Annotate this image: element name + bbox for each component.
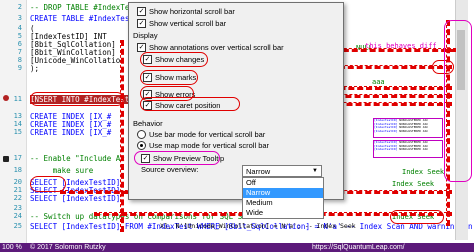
line-number: 3: [17, 14, 22, 22]
code-line[interactable]: make sure: [30, 166, 94, 175]
preview-thumbnail-bottom: [IndexTestID] NONCLUSTERED ASC [IndexTes…: [373, 140, 443, 158]
line-number: 4: [17, 24, 22, 32]
source-overview-text: Source overview:: [141, 165, 199, 174]
zoom-level[interactable]: 100 %: [2, 243, 22, 252]
option-label: Show vertical scroll bar: [149, 19, 227, 28]
dropdown-option-medium[interactable]: Medium: [243, 198, 323, 208]
highlight-insert-line: [30, 92, 124, 106]
checkbox-icon[interactable]: ✓: [137, 43, 146, 52]
line-number: 24: [13, 212, 22, 220]
code-line[interactable]: CREATE TABLE #IndexTest: [30, 14, 134, 23]
highlight-show-marks: [140, 70, 198, 85]
option-label: Use map mode for vertical scroll bar: [149, 141, 270, 150]
annotation-line: [120, 40, 124, 232]
highlight-show-caret: [140, 97, 240, 111]
dropdown-option-off[interactable]: Off: [243, 178, 323, 188]
line-number: 6: [17, 40, 22, 48]
screenshot-stage: 2 -- DROP TABLE #IndexTest; 3 CREATE TABLE …: [0, 0, 474, 252]
dropdown-value: Narrow: [246, 166, 271, 176]
line-number: 14: [13, 120, 22, 128]
option-label: Show annotations over vertical scroll ba…: [149, 43, 284, 52]
line-number: 25: [13, 222, 22, 230]
option-label: Show horizontal scroll bar: [149, 7, 235, 16]
index-seek-note-1: Index Seek: [402, 168, 445, 176]
preview-thumbnail-top: [IndexTestID] NONCLUSTERED ASC [IndexTes…: [373, 118, 443, 138]
source-overview-dropdown[interactable]: Narrow ▼: [242, 165, 322, 177]
option-label: Use bar mode for vertical scroll bar: [149, 130, 266, 139]
unicode-col-text: X], N'[Unicode_WinCollation] = N'a'; -- …: [160, 222, 356, 230]
line-number: 20: [13, 178, 22, 186]
line-number: 18: [13, 166, 22, 174]
code-line[interactable]: );: [30, 64, 39, 73]
aaa-text: aaa: [372, 78, 385, 86]
line-number: 15: [13, 128, 22, 136]
display-group-label: Display: [133, 31, 158, 40]
code-line[interactable]: [Unicode_WinCollatio: [30, 56, 120, 65]
line-number: 23: [13, 204, 22, 212]
option-bar-mode[interactable]: Use bar mode for vertical scroll bar: [137, 130, 265, 139]
dropdown-option-wide[interactable]: Wide: [243, 208, 323, 218]
code-line[interactable]: -- DROP TABLE #IndexTest;: [30, 3, 143, 12]
highlight-show-changes: [140, 52, 208, 67]
highlight-select-line: [30, 176, 66, 192]
copyright-text: © 2017 Solomon Rutzky: [30, 244, 106, 251]
source-overview-label: Source overview:: [141, 165, 199, 174]
code-line[interactable]: SELECT [IndexTestID]: [30, 194, 120, 203]
highlight-preview-tooltip: [134, 151, 220, 165]
highlight-index-seek: [390, 210, 444, 224]
line-number: 7: [17, 48, 22, 56]
index-seek-note-2: Index Seek: [392, 180, 435, 188]
behavior-group-label: Behavior: [133, 119, 163, 128]
radio-icon[interactable]: [137, 130, 146, 139]
checkbox-icon[interactable]: ✓: [137, 19, 146, 28]
bookmark-marker[interactable]: [3, 156, 9, 162]
line-number: 9: [17, 64, 22, 72]
code-line[interactable]: -- Enable "Include Ac: [30, 154, 125, 163]
option-show-annotations[interactable]: ✓ Show annotations over vertical scroll …: [137, 43, 284, 52]
radio-icon[interactable]: [137, 141, 146, 150]
source-overview-list[interactable]: Off Narrow Medium Wide: [242, 177, 324, 219]
line-number: 21: [13, 186, 22, 194]
code-line[interactable]: CREATE INDEX [IX_#: [30, 128, 111, 137]
line-number: 22: [13, 194, 22, 202]
option-map-mode[interactable]: Use map mode for vertical scroll bar: [137, 141, 269, 150]
option-horizontal-scroll[interactable]: ✓ Show horizontal scroll bar: [137, 7, 235, 16]
dropdown-option-narrow[interactable]: Narrow: [243, 188, 323, 198]
line-number: 13: [13, 112, 22, 120]
line-number: 5: [17, 32, 22, 40]
option-vertical-scroll[interactable]: ✓ Show vertical scroll bar: [137, 19, 226, 28]
line-number: 8: [17, 56, 22, 64]
line-number: 2: [17, 3, 22, 11]
breakpoint-marker[interactable]: [3, 95, 9, 101]
site-url[interactable]: https://SqlQuantumLeap.com/: [312, 243, 405, 252]
checkbox-icon[interactable]: ✓: [137, 7, 146, 16]
chevron-down-icon[interactable]: ▼: [310, 167, 320, 176]
highlight-map-area: [444, 20, 472, 182]
